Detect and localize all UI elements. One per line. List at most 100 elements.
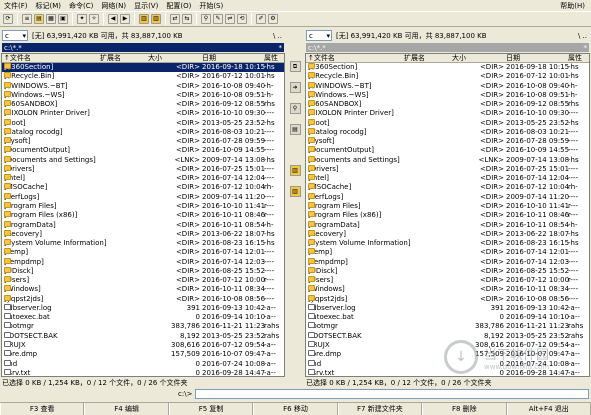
notepad-icon[interactable]: ✐ bbox=[256, 14, 266, 24]
file-row[interactable]: [Intel] <DIR> 2016-07-14 12:04 ---- bbox=[306, 174, 589, 183]
ftp-new-icon[interactable]: ⇆ bbox=[182, 14, 192, 24]
right-root-button[interactable]: \ .. bbox=[578, 32, 589, 40]
menu-item[interactable]: 标记(M) bbox=[32, 1, 66, 11]
select-all-icon[interactable]: ✧ bbox=[89, 14, 99, 24]
file-row[interactable]: [BIXOLON Printer Driver] <DIR> 2016-10-10 … bbox=[2, 109, 284, 118]
right-file-panel[interactable]: ↑文件名 扩展名 大小 日期 属性 [$360Section] <DIR> 2016… bbox=[305, 53, 590, 377]
file-row[interactable]: [Tempdmp] <DIR> 2016-07-14 12:03 ---- bbox=[306, 257, 589, 267]
unpack-icon[interactable]: ▥ bbox=[151, 14, 161, 24]
file-row[interactable]: [System Volume Information] <DIR> 2016-08-… bbox=[306, 239, 589, 248]
col-date-header[interactable]: 日期 bbox=[506, 54, 520, 63]
settings-icon[interactable]: ⚙ bbox=[268, 14, 278, 24]
file-row[interactable]: [UDisck] <DIR> 2016-08-25 15:52 ---- bbox=[306, 266, 589, 276]
properties-icon[interactable]: ▤ bbox=[289, 124, 301, 135]
fkey-button[interactable]: F7 新建文件夹 bbox=[337, 403, 423, 415]
right-history-button[interactable]: * bbox=[584, 44, 590, 52]
file-row[interactable]: [Windows] <DIR> 2016-10-11 08:34 ---- bbox=[2, 285, 284, 294]
fkey-button[interactable]: F6 移动 bbox=[253, 403, 338, 415]
menu-item[interactable]: 命令(C) bbox=[65, 1, 97, 11]
file-row[interactable]: [Windows] <DIR> 2016-10-11 08:34 ---- bbox=[306, 285, 589, 294]
file-row[interactable]: [360SANDBOX] <DIR> 2016-09-12 08:55 rhs bbox=[306, 100, 589, 109]
copy-icon[interactable]: ⧉ bbox=[289, 61, 301, 72]
fkey-button[interactable]: F4 编辑 bbox=[84, 403, 169, 415]
file-row[interactable]: hsrv.txt 0 2016-09-28 14:47 -a-- bbox=[2, 368, 284, 376]
menu-item[interactable]: 显示(V) bbox=[130, 1, 162, 11]
menu-item[interactable]: 开始(S) bbox=[195, 1, 227, 11]
file-row[interactable]: [Documents and Settings] <LNK> 2009-07-14 … bbox=[306, 155, 589, 165]
fkey-button[interactable]: F3 查看 bbox=[0, 403, 85, 415]
forward-icon[interactable]: ▶ bbox=[120, 14, 130, 24]
menu-item[interactable]: 文件(F) bbox=[0, 1, 32, 11]
col-date-header[interactable]: 日期 bbox=[202, 54, 216, 63]
file-row[interactable]: end 02016-07-24 10:08-a-- bbox=[2, 359, 284, 369]
col-ext-header[interactable]: 扩展名 bbox=[100, 54, 121, 63]
file-row[interactable]: [DocumentOutput] <DIR> 2016-10-09 14:55 ---… bbox=[306, 146, 589, 155]
file-row[interactable]: [Catalog rocodg] <DIR> 2016-08-03 10:21 ---… bbox=[306, 127, 589, 137]
file-row[interactable]: adbserver.log 391 2016-09-13 10:42 -a-- bbox=[2, 303, 284, 313]
file-row[interactable]: [Drivers] <DIR> 2016-07-25 15:01 ---- bbox=[2, 164, 284, 174]
file-row[interactable]: [Drivers] <DIR> 2016-07-25 15:01 ---- bbox=[306, 164, 589, 174]
file-row[interactable]: [$Recycle.Bin] <DIR> 2016-07-12 10:01 -hs bbox=[306, 72, 589, 81]
archive-icon[interactable]: ▥ bbox=[139, 14, 149, 24]
right-path-bar[interactable]: c:\*.* * bbox=[306, 43, 589, 52]
rename-icon[interactable]: ✎ bbox=[213, 14, 223, 24]
file-row[interactable]: [Intel] <DIR> 2016-07-14 12:04 ---- bbox=[2, 174, 284, 183]
file-row[interactable]: [System Volume Information] <DIR> 2016-08-… bbox=[2, 239, 284, 248]
file-row[interactable]: [Users] <DIR> 2016-07-12 10:00 r--- bbox=[2, 276, 284, 285]
file-row[interactable]: [Tempdmp] <DIR> 2016-07-14 12:03 ---- bbox=[2, 257, 284, 267]
file-row[interactable]: adbserver.log 391 2016-09-13 10:42 -a-- bbox=[306, 303, 589, 313]
file-row[interactable]: [Program Files] <DIR> 2016-10-10 11:41 r--- bbox=[2, 201, 284, 211]
file-row[interactable]: [$WINDOWS.~BT] <DIR> 2016-10-08 09:40 -h- bbox=[2, 81, 284, 91]
file-row[interactable]: autoexec.bat 0 2016-09-14 10:10 -a-- bbox=[306, 313, 589, 322]
file-row[interactable]: [MSOCache] <DIR> 2016-07-12 10:04 rh- bbox=[2, 183, 284, 192]
file-row[interactable]: [UDisck] <DIR> 2016-08-25 15:52 ---- bbox=[2, 266, 284, 276]
file-row[interactable]: [cysoft] <DIR> 2016-07-28 09:59 ---- bbox=[2, 137, 284, 146]
archive-icon[interactable]: ▥ bbox=[289, 165, 301, 176]
col-ext-header[interactable]: 扩展名 bbox=[404, 54, 425, 63]
file-row[interactable]: [Temp] <DIR> 2016-07-14 12:01 ---- bbox=[2, 248, 284, 257]
file-row[interactable]: [$Windows.~WS] <DIR> 2016-10-08 09:51 -h- bbox=[306, 90, 589, 100]
file-row[interactable]: [$Recycle.Bin] <DIR> 2016-07-12 10:01 -hs bbox=[2, 72, 284, 81]
left-root-button[interactable]: \ .. bbox=[273, 32, 284, 40]
file-row[interactable]: [ProgramData] <DIR> 2016-10-11 08:54 -h- bbox=[306, 220, 589, 230]
file-row[interactable]: BRUJX 308,616 2016-07-12 09:54 -a-- bbox=[2, 340, 284, 350]
file-row[interactable]: core.dmp 157,509 2016-10-07 09:47 -a-- bbox=[2, 350, 284, 359]
file-row[interactable]: [BIXOLON Printer Driver] <DIR> 2016-10-10 … bbox=[306, 109, 589, 118]
file-row[interactable]: [cysoft] <DIR> 2016-07-28 09:59 ---- bbox=[306, 137, 589, 146]
unpack-icon[interactable]: ▥ bbox=[289, 186, 301, 197]
fkey-button[interactable]: Alt+F4 退出 bbox=[506, 403, 591, 415]
file-row[interactable]: [Temp] <DIR> 2016-07-14 12:01 ---- bbox=[306, 248, 589, 257]
file-row[interactable]: [$Windows.~WS] <DIR> 2016-10-08 09:51 -h- bbox=[2, 90, 284, 100]
file-row[interactable]: [MSOCache] <DIR> 2016-07-12 10:04 rh- bbox=[306, 183, 589, 192]
menu-item[interactable]: 配置(O) bbox=[162, 1, 195, 11]
file-row[interactable]: [$360Section] <DIR> 2016-09-18 10:15 -hs bbox=[2, 63, 284, 73]
file-row[interactable]: autoexec.bat 0 2016-09-14 10:10 -a-- bbox=[2, 313, 284, 322]
left-drive-select[interactable]: c ▾ bbox=[2, 30, 28, 41]
find-binoculars-icon[interactable]: ⚲ bbox=[201, 14, 211, 24]
invert-select-icon[interactable]: ✦ bbox=[77, 14, 87, 24]
right-drive-select[interactable]: c ▾ bbox=[306, 30, 332, 41]
fkey-button[interactable]: F5 复制 bbox=[168, 403, 254, 415]
file-row[interactable]: [Boot] <DIR> 2013-05-25 23:52 -hs bbox=[306, 118, 589, 128]
file-row[interactable]: [PerfLogs] <DIR> 2009-07-14 11:20 ---- bbox=[2, 192, 284, 202]
move-icon[interactable]: ➜ bbox=[289, 82, 301, 93]
file-row[interactable]: bootmgr 383,786 2016-11-21 11:23 rahs bbox=[306, 322, 589, 331]
compare-icon[interactable]: ⇌ bbox=[225, 14, 235, 24]
file-row[interactable]: [yqpst2jds] <DIR> 2016-10-08 08:56 ---- bbox=[2, 294, 284, 304]
file-row[interactable]: [360SANDBOX] <DIR> 2016-09-12 08:55 rhs bbox=[2, 100, 284, 109]
file-row[interactable]: bootmgr 383,786 2016-11-21 11:23 rahs bbox=[2, 322, 284, 331]
refresh-icon[interactable]: ⟳ bbox=[3, 14, 13, 24]
file-row[interactable]: [ProgramData] <DIR> 2016-10-11 08:54 -h- bbox=[2, 220, 284, 230]
file-row[interactable]: BOOTSECT.BAK 8,192 2013-05-25 23:52 rahs bbox=[2, 331, 284, 341]
file-row[interactable]: [$WINDOWS.~BT] <DIR> 2016-10-08 09:40 -h- bbox=[306, 81, 589, 91]
menu-item[interactable]: 网络(N) bbox=[97, 1, 130, 11]
col-attr-header[interactable]: 属性 bbox=[568, 54, 582, 63]
tree-icon[interactable]: ▦ bbox=[46, 14, 56, 24]
col-name-header[interactable]: ↑文件名 bbox=[4, 54, 31, 63]
left-path-bar[interactable]: c:\*.* * bbox=[2, 43, 284, 52]
file-row[interactable]: [yqpst2jds] <DIR> 2016-10-08 08:56 ---- bbox=[306, 294, 589, 304]
file-row[interactable]: [Recovery] <DIR> 2013-06-22 18:07 -hs bbox=[306, 229, 589, 239]
file-row[interactable]: [Recovery] <DIR> 2013-06-22 18:07 -hs bbox=[2, 229, 284, 239]
file-row[interactable]: [Program Files (x86)] <DIR> 2016-10-11 08:… bbox=[2, 211, 284, 220]
left-file-panel[interactable]: ↑文件名 扩展名 大小 日期 属性 [$360Section] <DIR> 2016… bbox=[1, 53, 285, 377]
